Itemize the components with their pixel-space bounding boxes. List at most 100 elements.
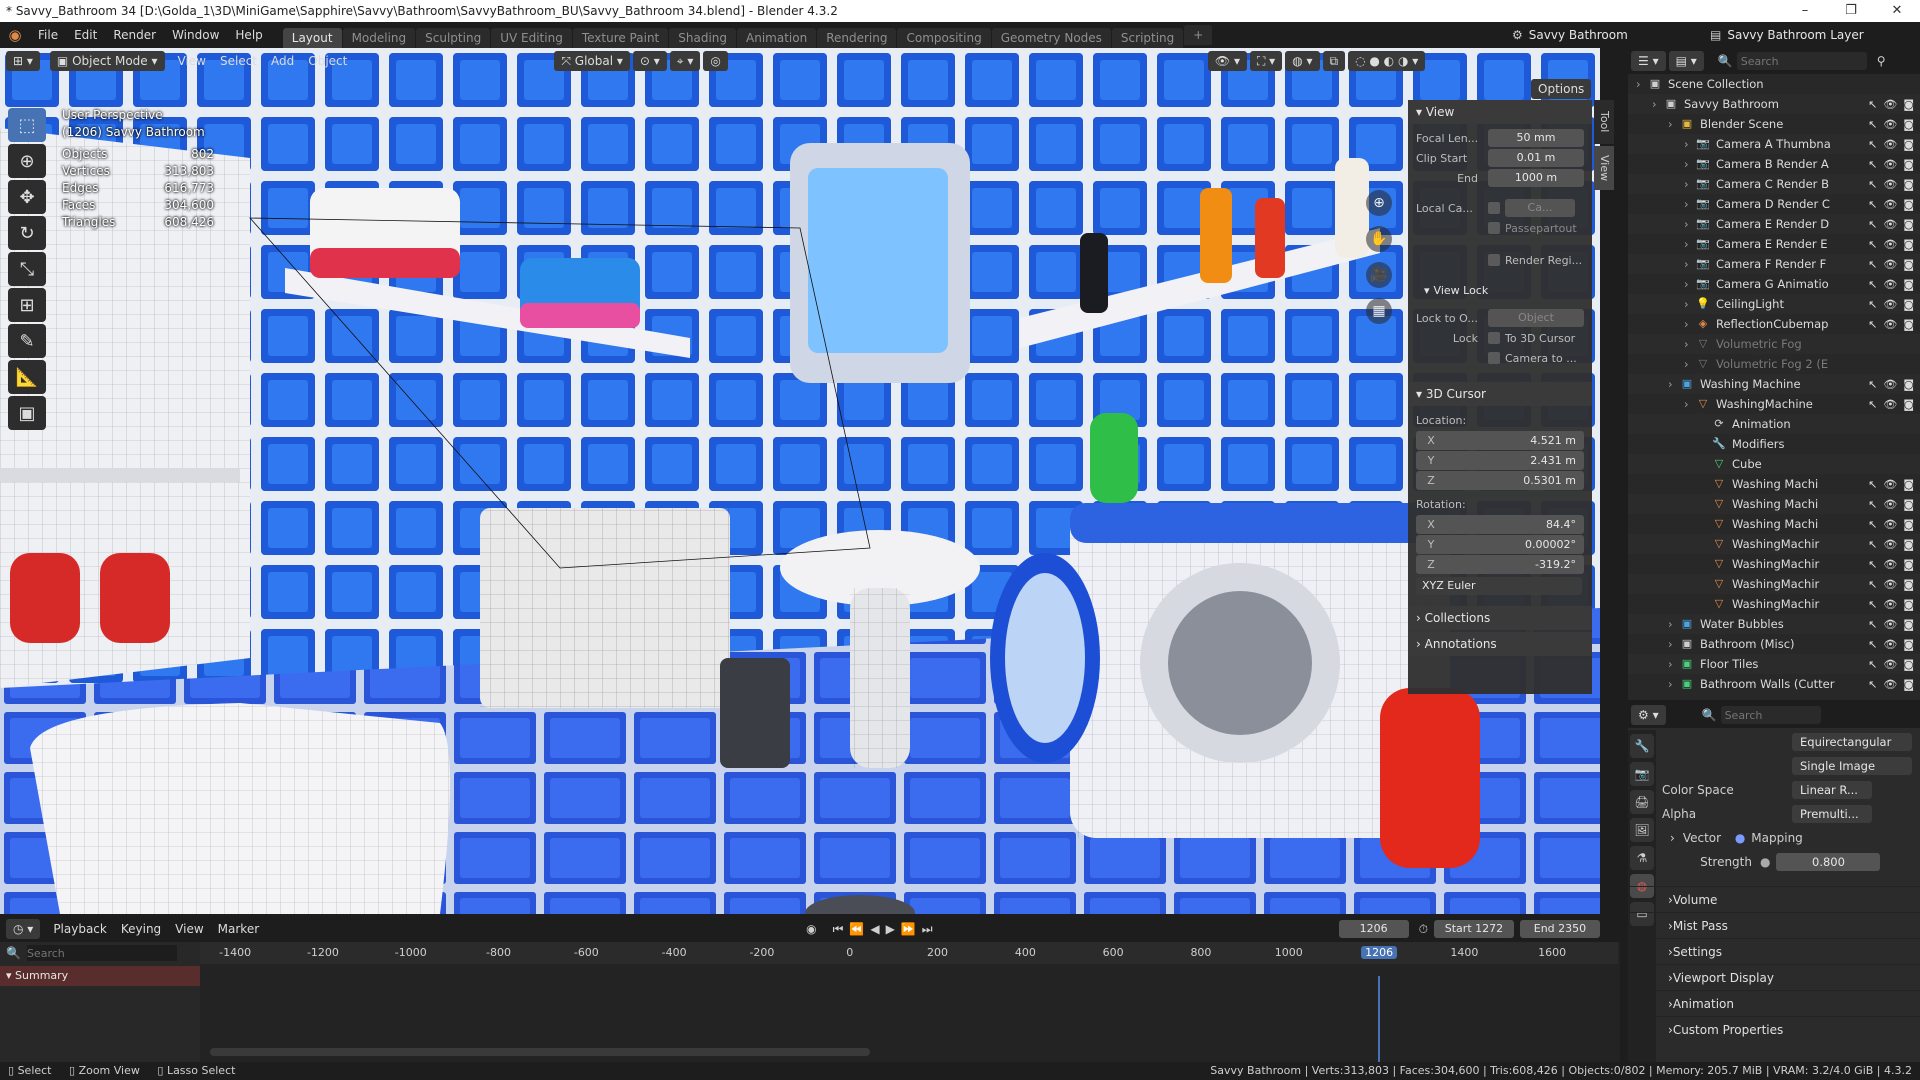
eye-icon[interactable]: 👁 (1883, 318, 1897, 331)
tab-uv-editing[interactable]: UV Editing (491, 28, 572, 48)
expand-arrow-icon[interactable]: › (1668, 677, 1680, 691)
pan-hand-icon[interactable]: ✋ (1366, 226, 1392, 252)
strength-field[interactable]: 0.800 (1776, 853, 1881, 871)
expand-arrow-icon[interactable]: › (1668, 377, 1680, 391)
render-tab-icon[interactable]: 📷 (1630, 762, 1654, 786)
measure-tool[interactable]: 📐 (8, 360, 46, 394)
playback-controls[interactable]: ⏮⏪◀▶⏩⏭ (833, 922, 939, 937)
transform-tool[interactable]: ⊞ (8, 288, 46, 322)
select-arrow-icon[interactable]: ↖ (1868, 278, 1877, 291)
select-arrow-icon[interactable]: ↖ (1868, 198, 1877, 211)
color-space-dropdown[interactable]: Linear R... (1792, 781, 1872, 799)
outliner-row[interactable]: › ▽ Volumetric Fog 2 (E (1628, 354, 1920, 374)
menu-window[interactable]: Window (164, 22, 227, 48)
menu-file[interactable]: File (30, 22, 66, 48)
select-arrow-icon[interactable]: ↖ (1868, 158, 1877, 171)
render-camera-icon[interactable]: ◙ (1903, 578, 1914, 591)
cursor-tool[interactable]: ⊕ (8, 144, 46, 178)
rotate-tool[interactable]: ↻ (8, 216, 46, 250)
view-layer-tab-icon[interactable]: 🖼 (1630, 818, 1654, 842)
view-lock-header[interactable]: ▾ View Lock (1408, 280, 1592, 300)
panel-viewport-display[interactable]: › Viewport Display (1628, 964, 1920, 990)
eye-icon[interactable]: 👁 (1883, 198, 1897, 211)
outliner-row[interactable]: › 📷 Camera B Render A ↖ 👁 ◙ (1628, 154, 1920, 174)
outliner-row[interactable]: ▽ WashingMachir ↖ 👁 ◙ (1628, 594, 1920, 614)
outliner-row[interactable]: › ◈ ReflectionCubemap ↖ 👁 ◙ (1628, 314, 1920, 334)
transform-orientation-dropdown[interactable]: ⤧ Global ▾ (554, 51, 630, 71)
eye-icon[interactable]: 👁 (1883, 378, 1897, 391)
select-arrow-icon[interactable]: ↖ (1868, 258, 1877, 271)
output-tab-icon[interactable]: 🖨 (1630, 790, 1654, 814)
visibility-button[interactable]: 👁 ▾ (1207, 51, 1247, 71)
frame-end-field[interactable]: End 2350 (1519, 920, 1600, 938)
rotation-mode-dropdown[interactable]: XYZ Euler (1416, 577, 1582, 595)
current-frame-field[interactable]: 1206 (1338, 920, 1409, 938)
rotation-x-field[interactable]: X 84.4° (1416, 515, 1584, 534)
frame-start-field[interactable]: Start 1272 (1433, 920, 1514, 938)
projection-dropdown[interactable]: Equirectangular (1792, 733, 1912, 751)
select-arrow-icon[interactable]: ↖ (1868, 178, 1877, 191)
add-workspace-button[interactable]: + (1184, 25, 1213, 45)
render-camera-icon[interactable]: ◙ (1903, 138, 1914, 151)
tab-scripting[interactable]: Scripting (1111, 28, 1184, 48)
eye-icon[interactable]: 👁 (1883, 258, 1897, 271)
scene-selector[interactable]: ⚙ Savvy Bathroom (1512, 25, 1628, 45)
view-section-header[interactable]: ▾ View (1408, 100, 1592, 124)
tab-view[interactable]: View (1594, 146, 1614, 190)
tab-tool[interactable]: Tool (1594, 100, 1614, 144)
panel-settings[interactable]: › Settings (1628, 938, 1920, 964)
tab-layout[interactable]: Layout (282, 28, 342, 48)
view-layer-selector[interactable]: ▤ Savvy Bathroom Layer (1710, 25, 1864, 45)
eye-icon[interactable]: 👁 (1883, 678, 1897, 691)
tab-modeling[interactable]: Modeling (342, 28, 416, 48)
select-arrow-icon[interactable]: ↖ (1868, 98, 1877, 111)
rotation-y-field[interactable]: Y 0.00002° (1416, 535, 1584, 554)
zoom-icon[interactable]: ⊕ (1366, 190, 1392, 216)
menu-render[interactable]: Render (105, 22, 164, 48)
select-arrow-icon[interactable]: ↖ (1868, 218, 1877, 231)
menu-edit[interactable]: Edit (66, 22, 105, 48)
outliner-row[interactable]: ▽ WashingMachir ↖ 👁 ◙ (1628, 574, 1920, 594)
tab-texture-paint[interactable]: Texture Paint (572, 28, 669, 48)
eye-icon[interactable]: 👁 (1883, 498, 1897, 511)
menu-help[interactable]: Help (227, 22, 270, 48)
tab-sculpting[interactable]: Sculpting (416, 28, 491, 48)
render-camera-icon[interactable]: ◙ (1903, 618, 1914, 631)
scale-tool[interactable]: ⤡ (8, 252, 46, 286)
expand-arrow-icon[interactable]: › (1684, 317, 1696, 331)
select-arrow-icon[interactable]: ↖ (1868, 118, 1877, 131)
maximize-button[interactable]: ❐ (1828, 0, 1874, 22)
local-camera-field[interactable]: Ca... (1505, 199, 1575, 217)
expand-arrow-icon[interactable]: › (1684, 157, 1696, 171)
lock-camera-checkbox[interactable] (1488, 352, 1500, 364)
scene-tab-icon[interactable]: ⚗ (1630, 846, 1654, 870)
render-camera-icon[interactable]: ◙ (1903, 118, 1914, 131)
panel-mist-pass[interactable]: › Mist Pass (1628, 912, 1920, 938)
select-arrow-icon[interactable]: ↖ (1868, 638, 1877, 651)
outliner-row[interactable]: › 📷 Camera D Render C ↖ 👁 ◙ (1628, 194, 1920, 214)
eye-icon[interactable]: 👁 (1883, 638, 1897, 651)
tab-geometry-nodes[interactable]: Geometry Nodes (991, 28, 1111, 48)
tab-rendering[interactable]: Rendering (817, 28, 897, 48)
outliner-row[interactable]: ▽ WashingMachir ↖ 👁 ◙ (1628, 534, 1920, 554)
eye-icon[interactable]: 👁 (1883, 118, 1897, 131)
render-camera-icon[interactable]: ◙ (1903, 598, 1914, 611)
select-arrow-icon[interactable]: ↖ (1868, 378, 1877, 391)
select-arrow-icon[interactable]: ↖ (1868, 318, 1877, 331)
render-camera-icon[interactable]: ◙ (1903, 478, 1914, 491)
render-camera-icon[interactable]: ◙ (1903, 98, 1914, 111)
render-camera-icon[interactable]: ◙ (1903, 258, 1914, 271)
expand-arrow-icon[interactable]: › (1684, 297, 1696, 311)
location-z-field[interactable]: Z 0.5301 m (1416, 471, 1584, 490)
expand-arrow-icon[interactable]: › (1684, 177, 1696, 191)
ortho-grid-icon[interactable]: ▦ (1366, 298, 1392, 324)
local-camera-checkbox[interactable] (1488, 202, 1500, 214)
outliner-row[interactable]: › ▽ WashingMachine ↖ 👁 ◙ (1628, 394, 1920, 414)
outliner-row[interactable]: ▽ WashingMachir ↖ 👁 ◙ (1628, 554, 1920, 574)
timeline-menu-view[interactable]: View (168, 922, 210, 936)
rotation-z-field[interactable]: Z -319.2° (1416, 555, 1584, 574)
select-arrow-icon[interactable]: ↖ (1868, 558, 1877, 571)
eye-icon[interactable]: 👁 (1883, 518, 1897, 531)
playhead-line[interactable] (1378, 976, 1381, 1062)
eye-icon[interactable]: 👁 (1883, 298, 1897, 311)
